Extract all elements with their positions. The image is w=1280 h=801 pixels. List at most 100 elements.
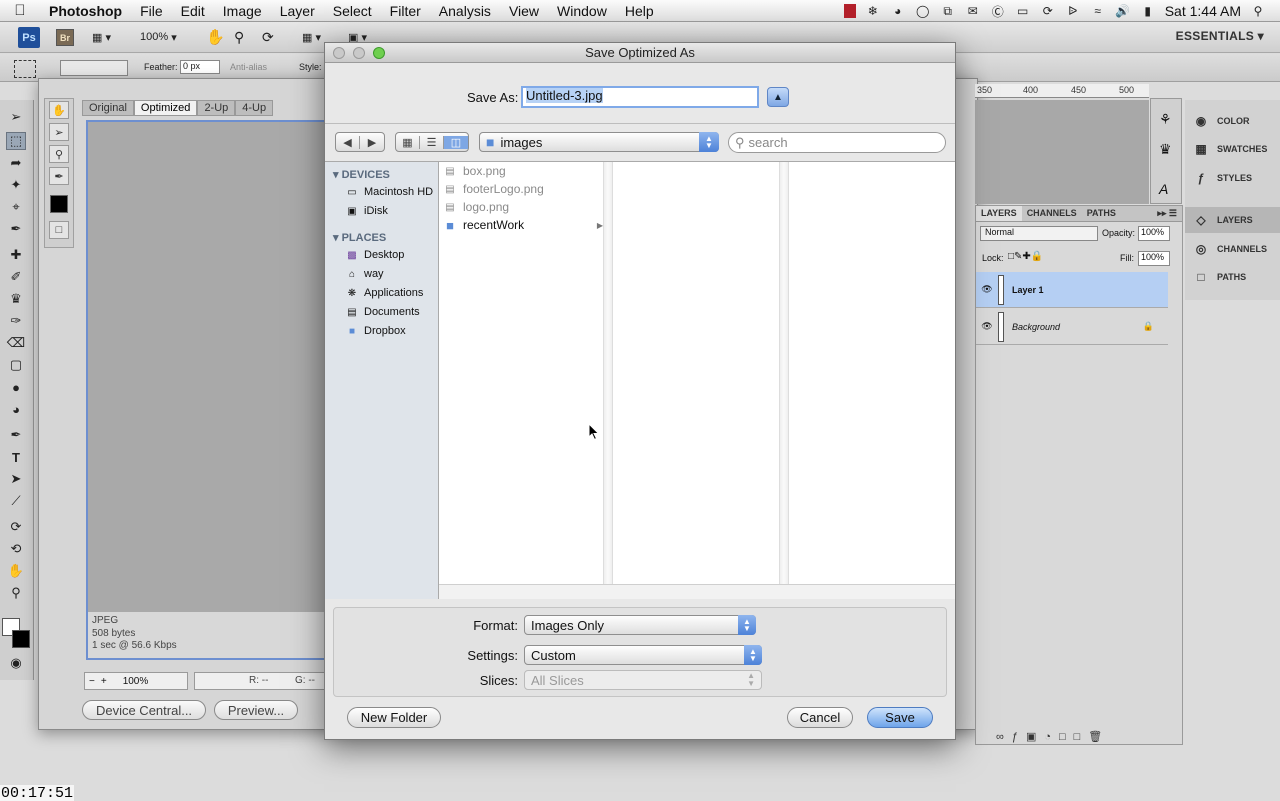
opacity-input[interactable]: 100% xyxy=(1138,226,1170,241)
clone-source-icon[interactable]: ♛ xyxy=(1159,141,1172,158)
fill-input[interactable]: 100% xyxy=(1138,251,1170,266)
sfw-slice-select-tool-icon[interactable]: ➢ xyxy=(49,123,69,141)
lock-icons[interactable]: □✎✚🔒 xyxy=(1008,251,1043,262)
menu-select[interactable]: Select xyxy=(324,3,381,19)
window-icon[interactable]: ⧉ xyxy=(940,4,956,18)
sidebar-item-documents[interactable]: ▤ Documents xyxy=(345,303,419,321)
marquee-preset-icon[interactable] xyxy=(14,60,36,78)
sfw-toggle-slices-icon[interactable]: □ xyxy=(49,221,69,239)
back-arrow-icon[interactable]: ◀ xyxy=(336,135,360,149)
tab-paths[interactable]: PATHS xyxy=(1082,206,1121,221)
zoom-tool-icon[interactable]: ⚲ xyxy=(234,28,244,46)
settings-select[interactable]: Custom ▲ ▼ xyxy=(524,645,762,665)
mail-icon[interactable]: ✉ xyxy=(965,4,981,18)
tab-layers[interactable]: LAYERS xyxy=(976,206,1022,221)
wifi-icon[interactable]: ≈ xyxy=(1090,4,1106,18)
list-view-icon[interactable]: ☰ xyxy=(420,135,444,149)
sfw-eyedropper-tool-icon[interactable]: ✒ xyxy=(49,167,69,185)
menu-edit[interactable]: Edit xyxy=(172,3,214,19)
menu-image[interactable]: Image xyxy=(214,3,271,19)
devices-heading[interactable]: ▾ DEVICES xyxy=(333,168,390,181)
battery-icon[interactable]: ▮ xyxy=(1140,4,1156,18)
zoom-button[interactable] xyxy=(373,47,385,59)
preview-button[interactable]: Preview... xyxy=(214,700,298,720)
dock-swatches[interactable]: ▦ SWATCHES xyxy=(1185,136,1280,162)
sidebar-item-macintosh-hd[interactable]: ▭ Macintosh HD xyxy=(345,183,433,201)
forward-arrow-icon[interactable]: ▶ xyxy=(360,136,384,149)
dodge-tool-icon[interactable]: ◕ xyxy=(6,400,26,418)
format-select[interactable]: Images Only ▲ ▼ xyxy=(524,615,756,635)
menu-filter[interactable]: Filter xyxy=(381,3,430,19)
crop-tool-icon[interactable]: ⌖ xyxy=(6,198,26,216)
feather-input[interactable]: 0 px xyxy=(180,60,220,74)
eraser-tool-icon[interactable]: ⌫ xyxy=(6,334,26,352)
bluetooth-icon[interactable]: ᐉ xyxy=(1065,4,1081,18)
tool-preset-icon[interactable]: ⚘ xyxy=(1159,111,1172,128)
visibility-eye-icon[interactable]: 👁 xyxy=(976,321,998,332)
horizontal-scrollbar[interactable] xyxy=(439,584,955,599)
gauge-icon[interactable]: ◕ xyxy=(890,4,906,18)
dock-channels[interactable]: ◎ CHANNELS xyxy=(1185,236,1280,262)
book-icon[interactable] xyxy=(843,4,856,18)
sidebar-item-idisk[interactable]: ▣ iDisk xyxy=(345,202,388,220)
search-input[interactable]: ⚲ search xyxy=(728,132,946,153)
new-folder-button[interactable]: New Folder xyxy=(347,707,441,728)
sidebar-item-applications[interactable]: ❋ Applications xyxy=(345,284,424,302)
blur-tool-icon[interactable]: ● xyxy=(6,378,26,396)
antialias-checkbox[interactable]: Anti-alias xyxy=(230,62,267,72)
save-button[interactable]: Save xyxy=(867,707,933,728)
expand-dialog-button[interactable]: ▲ xyxy=(767,87,789,107)
tab-channels[interactable]: CHANNELS xyxy=(1022,206,1082,221)
volume-icon[interactable]: 🔊 xyxy=(1115,4,1131,18)
sfw-zoom-tool-icon[interactable]: ⚲ xyxy=(49,145,69,163)
dock-paths[interactable]: □ PATHS xyxy=(1185,264,1280,290)
location-select[interactable]: ■ images ▲ ▼ xyxy=(479,132,719,152)
column-divider[interactable] xyxy=(603,162,613,584)
dock-styles[interactable]: ƒ STYLES xyxy=(1185,165,1280,191)
view-mode-buttons[interactable]: ▦ ☰ ◫ xyxy=(395,132,469,152)
back-forward-buttons[interactable]: ◀ ▶ xyxy=(335,132,385,152)
menu-view[interactable]: View xyxy=(500,3,548,19)
arrange-documents-button[interactable]: ▦ ▾ xyxy=(302,28,321,46)
zoom-control[interactable]: − + 100% xyxy=(84,672,188,690)
menu-window[interactable]: Window xyxy=(548,3,616,19)
blend-mode-select[interactable]: Normal xyxy=(980,226,1098,241)
quick-selection-tool-icon[interactable]: ✦ xyxy=(6,176,26,194)
workspace-switcher[interactable]: ESSENTIALS ▾ xyxy=(1176,29,1264,43)
foreground-color-swatch[interactable] xyxy=(12,630,30,648)
zoom-out-icon[interactable]: − xyxy=(89,676,95,687)
history-brush-tool-icon[interactable]: ✑ xyxy=(6,312,26,330)
line-tool-icon[interactable]: ⟋ xyxy=(6,492,26,510)
icon-view-icon[interactable]: ▦ xyxy=(396,135,420,149)
column-view-icon[interactable]: ◫ xyxy=(444,135,468,149)
tab-4-up[interactable]: 4-Up xyxy=(235,100,274,116)
sidebar-item-home[interactable]: ⌂ way xyxy=(345,265,384,283)
close-button[interactable] xyxy=(333,47,345,59)
quick-mask-icon[interactable]: ◉ xyxy=(6,654,26,672)
sfw-hand-tool-icon[interactable]: ✋ xyxy=(49,101,69,119)
menu-help[interactable]: Help xyxy=(616,3,663,19)
file-row-footerlogo-png[interactable]: ▤ footerLogo.png xyxy=(439,180,603,198)
move-tool-icon[interactable]: ➢ xyxy=(6,108,26,126)
layer-row-layer-1[interactable]: 👁 Layer 1 xyxy=(976,272,1168,308)
bridge-button[interactable]: Br xyxy=(56,29,74,46)
tab-original[interactable]: Original xyxy=(82,100,134,116)
optimized-preview[interactable] xyxy=(86,120,336,660)
lasso-tool-icon[interactable]: ➦ xyxy=(6,154,26,172)
sidebar-item-desktop[interactable]: ▩ Desktop xyxy=(345,246,404,264)
panel-menu-icon[interactable]: ▸▸ ☰ xyxy=(1152,206,1182,221)
file-row-recentwork[interactable]: ■ recentWork ▶ xyxy=(439,216,603,234)
device-central-button[interactable]: Device Central... xyxy=(82,700,206,720)
dropbox-icon[interactable]: ❄ xyxy=(865,4,881,18)
cancel-button[interactable]: Cancel xyxy=(787,707,853,728)
dock-color[interactable]: ◉ COLOR xyxy=(1185,108,1280,134)
type-tool-icon[interactable]: T xyxy=(6,448,26,466)
clock[interactable]: Sat 1:44 AM xyxy=(1165,3,1241,19)
layers-panel-footer-icons[interactable]: ∞ƒ▣◔□□🗑 xyxy=(996,730,1110,743)
circle-icon[interactable]: ◯ xyxy=(915,4,931,18)
zoom-level-select[interactable]: 100% ▾ xyxy=(140,28,177,46)
rotate-view-icon[interactable]: ⟳ xyxy=(262,28,274,46)
visibility-eye-icon[interactable]: 👁 xyxy=(976,284,998,295)
zoom-tool-icon[interactable]: ⚲ xyxy=(6,584,26,602)
menu-layer[interactable]: Layer xyxy=(271,3,324,19)
